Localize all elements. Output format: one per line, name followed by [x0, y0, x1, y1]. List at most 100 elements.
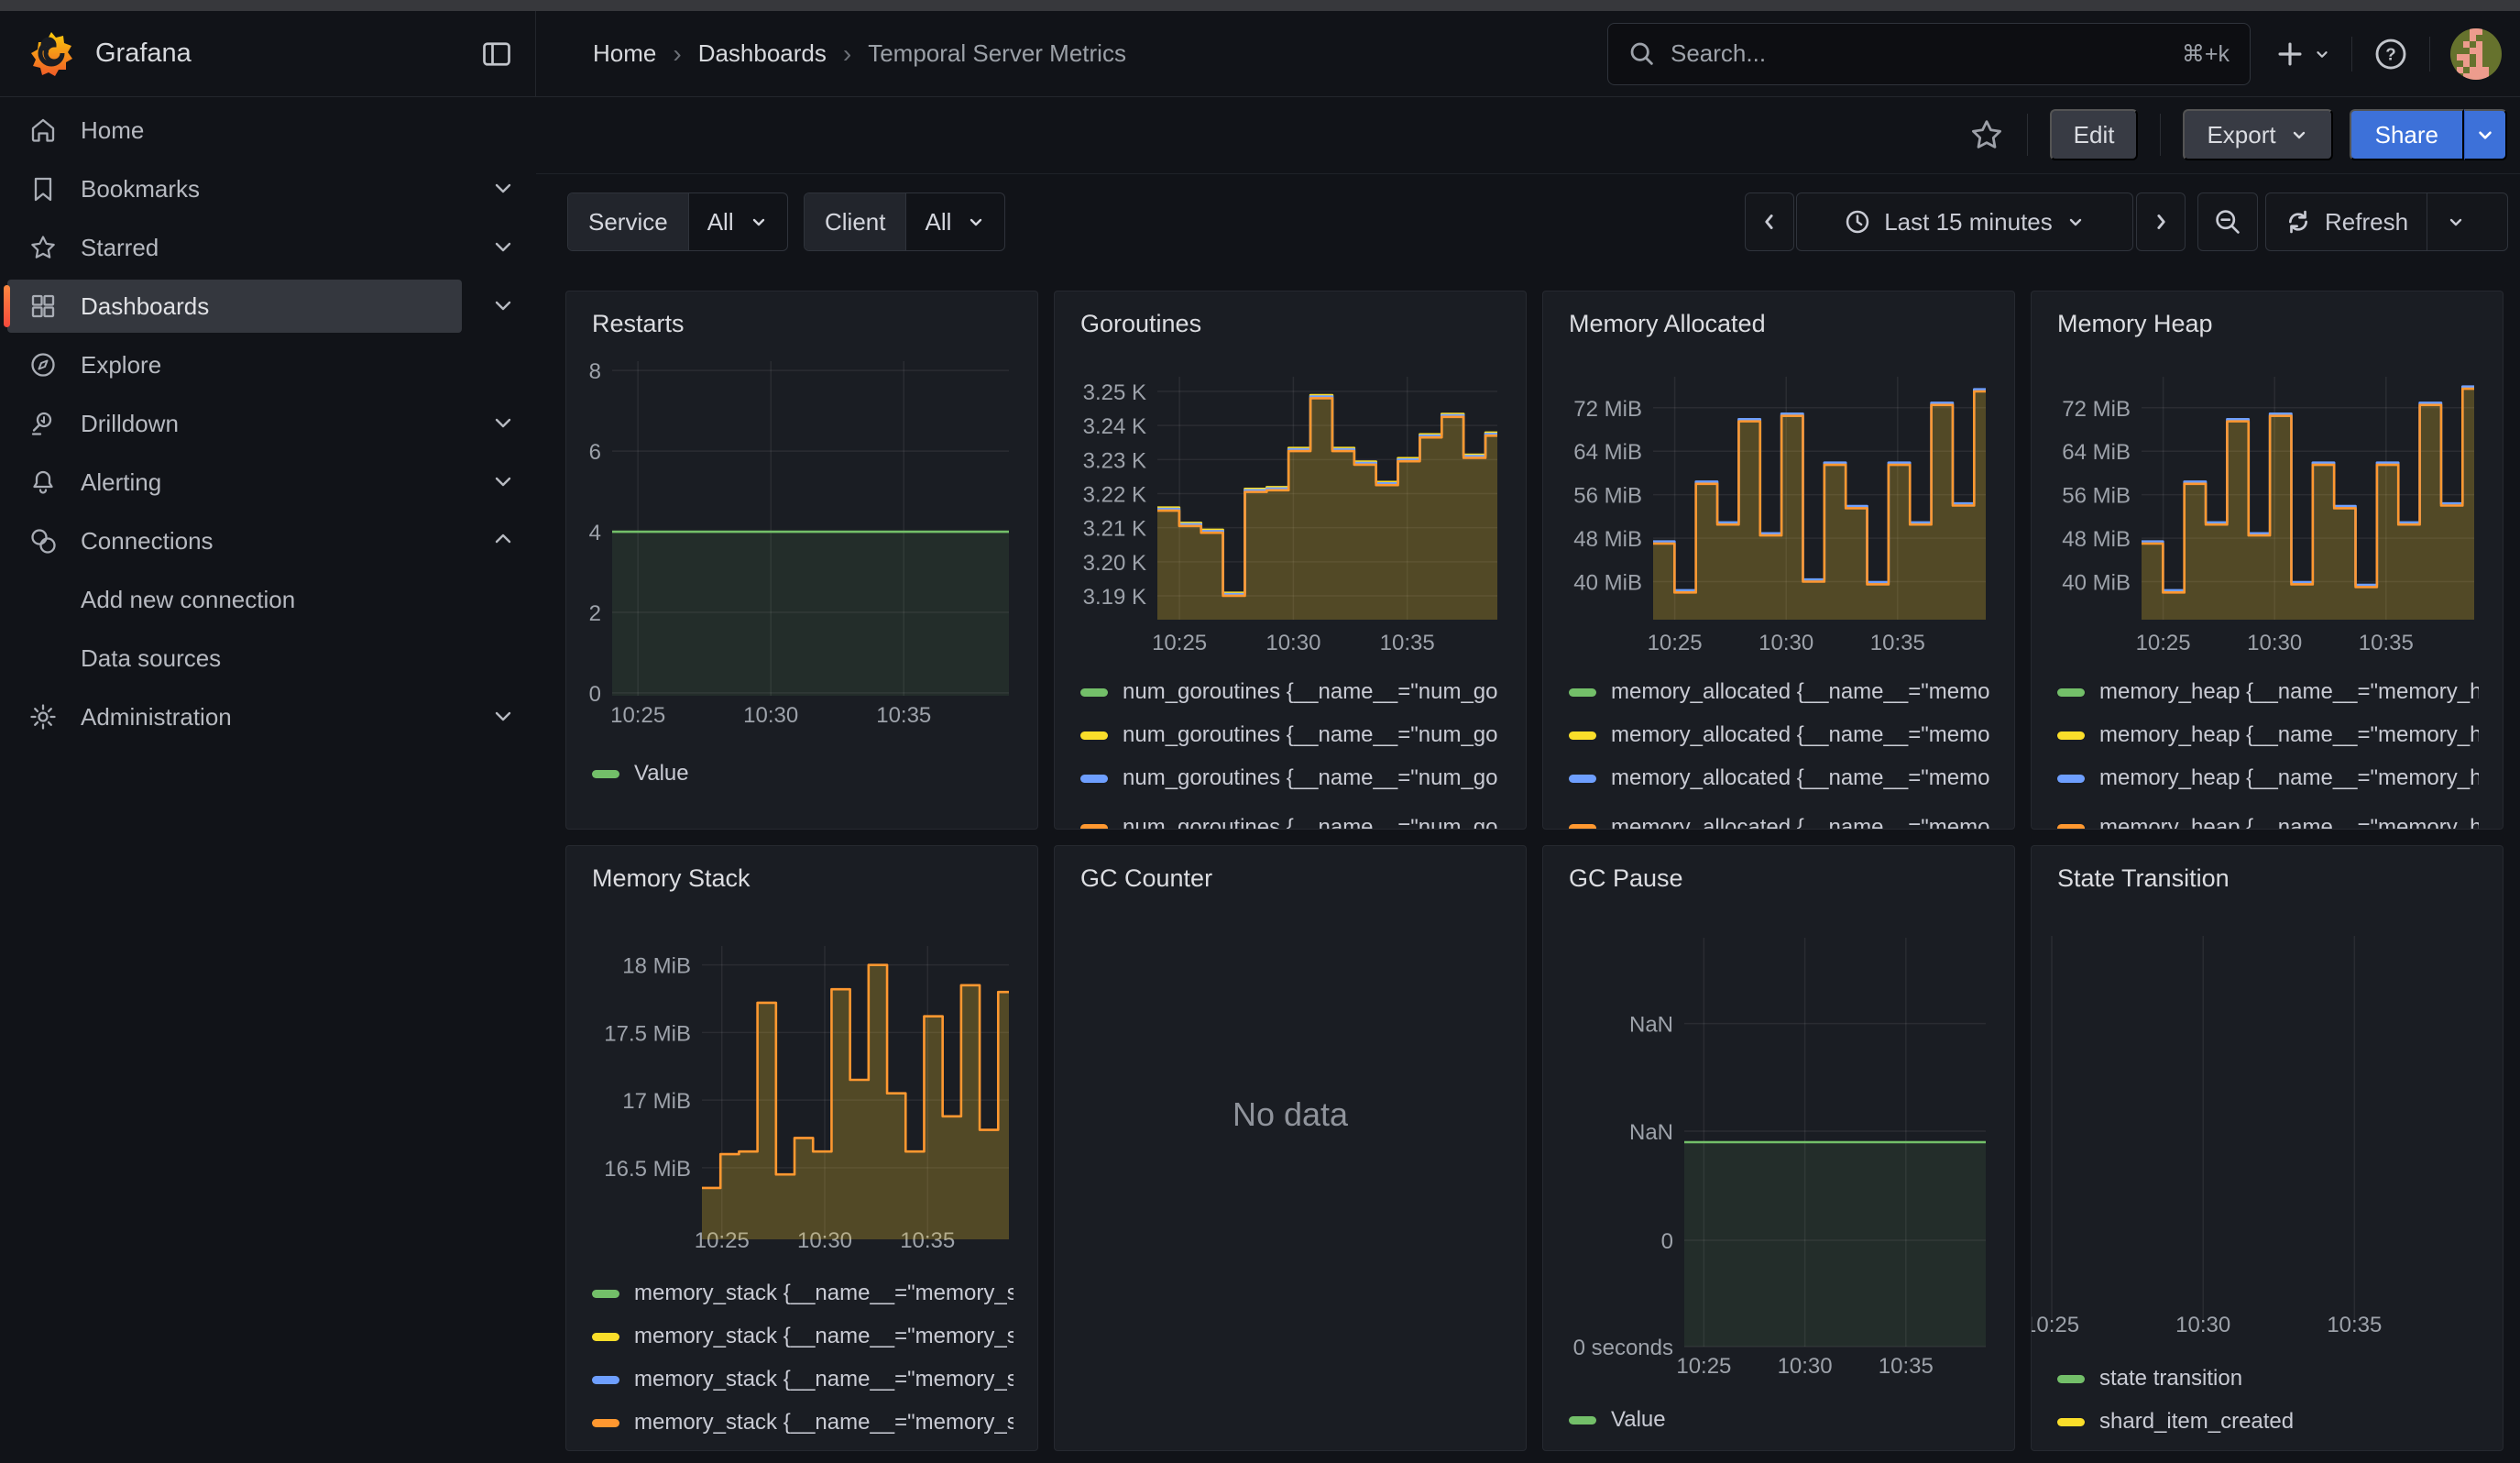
chart-memory-allocated: 40 MiB48 MiB56 MiB64 MiB72 MiB10:2510:30…: [1543, 292, 2015, 830]
legend-label[interactable]: memory_stack {__name__="memory_s: [634, 1410, 1013, 1436]
legend-swatch[interactable]: [1080, 775, 1108, 783]
legend-swatch[interactable]: [1569, 1416, 1596, 1424]
chevron-up-icon[interactable]: [491, 529, 515, 553]
sidebar-item-administration[interactable]: Administration: [7, 690, 462, 743]
legend-label[interactable]: num_goroutines {__name__="num_go: [1123, 722, 1498, 748]
legend-label[interactable]: memory_heap {__name__="memory_h: [2099, 679, 2479, 705]
help-icon[interactable]: ?: [2372, 36, 2409, 72]
legend-label[interactable]: memory_stack {__name__="memory_s: [634, 1367, 1013, 1392]
sidebar-toggle-icon[interactable]: [480, 38, 513, 71]
refresh-interval-dropdown[interactable]: [2427, 193, 2484, 250]
legend-swatch[interactable]: [2057, 732, 2085, 740]
sidebar-item-drilldown[interactable]: Drilldown: [7, 397, 462, 450]
chevron-down-icon[interactable]: [491, 412, 515, 435]
y-axis-tick: 40 MiB: [1573, 571, 1642, 596]
sidebar-item-alerting[interactable]: Alerting: [7, 456, 462, 509]
legend-label[interactable]: memory_allocated {__name__="memo: [1611, 722, 1989, 748]
sidebar-item-starred[interactable]: Starred: [7, 221, 462, 274]
user-avatar[interactable]: [2450, 28, 2502, 80]
chevron-down-icon[interactable]: [491, 705, 515, 729]
sidebar-item-add-new-connection[interactable]: Add new connection: [7, 573, 462, 626]
legend-label[interactable]: num_goroutines {__name__="num_go: [1123, 765, 1498, 791]
chart-memory-heap: 40 MiB48 MiB56 MiB64 MiB72 MiB10:2510:30…: [2032, 292, 2504, 830]
legend-swatch[interactable]: [1569, 688, 1596, 697]
x-axis-tick: 10:35: [1879, 1354, 1934, 1379]
chevron-down-icon[interactable]: [491, 177, 515, 201]
legend-label[interactable]: shard_item_created: [2099, 1409, 2294, 1435]
sidebar-item-data-sources[interactable]: Data sources: [7, 632, 462, 685]
time-shift-forward-button[interactable]: [2136, 192, 2186, 251]
sidebar-item-explore[interactable]: Explore: [7, 338, 462, 391]
export-button[interactable]: Export: [2183, 109, 2332, 160]
zoom-out-icon: [2213, 207, 2242, 236]
legend-label[interactable]: Value: [634, 761, 689, 786]
legend-label[interactable]: memory_heap {__name__="memory_h: [2099, 765, 2479, 791]
legend-swatch[interactable]: [592, 1376, 619, 1384]
x-axis-tick: 10:30: [1265, 631, 1320, 655]
y-axis-tick: 64 MiB: [2062, 440, 2131, 465]
search-input[interactable]: Search... ⌘+k: [1607, 23, 2251, 85]
breadcrumb-dashboards[interactable]: Dashboards: [698, 39, 827, 68]
legend-swatch[interactable]: [592, 1419, 619, 1427]
y-axis-tick: 40 MiB: [2062, 571, 2131, 596]
x-axis-tick: 10:30: [2247, 631, 2302, 655]
share-button[interactable]: Share: [2350, 109, 2464, 160]
legend-swatch[interactable]: [1569, 775, 1596, 783]
legend-label[interactable]: memory_heap {__name__="memory_h: [2099, 815, 2479, 830]
legend-swatch[interactable]: [2057, 1375, 2085, 1383]
legend-swatch[interactable]: [1569, 824, 1596, 830]
refresh-button[interactable]: Refresh: [2266, 193, 2427, 250]
sidebar-item-label: Dashboards: [81, 292, 209, 321]
legend-swatch[interactable]: [2057, 824, 2085, 830]
share-dropdown-button[interactable]: [2464, 109, 2507, 160]
y-axis-tick: 3.23 K: [1083, 448, 1146, 473]
chevron-down-icon[interactable]: [491, 236, 515, 259]
filter-time-row: Service All Client All Last 15 minutes: [536, 174, 2520, 275]
legend-label[interactable]: num_goroutines {__name__="num_go: [1123, 679, 1498, 705]
legend-label[interactable]: memory_allocated {__name__="memo: [1611, 815, 1989, 830]
sidebar-item-connections[interactable]: Connections: [7, 514, 462, 567]
zoom-out-button[interactable]: [2197, 192, 2258, 251]
legend-swatch[interactable]: [2057, 1418, 2085, 1426]
breadcrumb-separator: ›: [843, 39, 851, 69]
y-axis-tick: NaN: [1629, 1013, 1673, 1038]
legend-label[interactable]: num_goroutines {__name__="num_go: [1123, 815, 1498, 830]
legend-swatch[interactable]: [592, 770, 619, 778]
panel-title-gc-counter[interactable]: GC Counter: [1080, 864, 1212, 893]
legend-swatch[interactable]: [592, 1290, 619, 1298]
edit-button[interactable]: Edit: [2050, 109, 2139, 160]
chevron-down-icon[interactable]: [491, 470, 515, 494]
legend-label[interactable]: memory_stack {__name__="memory_s: [634, 1281, 1013, 1306]
grafana-logo-icon[interactable]: [27, 30, 75, 78]
sidebar-item-dashboards[interactable]: Dashboards: [7, 280, 462, 333]
legend-swatch[interactable]: [1080, 824, 1108, 830]
legend-label[interactable]: memory_allocated {__name__="memo: [1611, 679, 1989, 705]
add-new-button[interactable]: [2274, 38, 2331, 70]
client-filter: Client All: [804, 192, 1005, 251]
time-range-picker[interactable]: Last 15 minutes: [1796, 192, 2133, 251]
sidebar-item-bookmarks[interactable]: Bookmarks: [7, 162, 462, 215]
legend-label[interactable]: memory_stack {__name__="memory_s: [634, 1324, 1013, 1349]
legend-swatch[interactable]: [1569, 732, 1596, 740]
sidebar-item-label: Starred: [81, 234, 159, 262]
legend-swatch[interactable]: [1080, 688, 1108, 697]
top-nav-bar: Grafana Home › Dashboards › Temporal Ser…: [0, 11, 2520, 97]
chevron-down-icon[interactable]: [491, 294, 515, 318]
legend-swatch[interactable]: [2057, 775, 2085, 783]
legend-swatch[interactable]: [2057, 688, 2085, 697]
legend-swatch[interactable]: [1080, 732, 1108, 740]
service-filter-value[interactable]: All: [688, 193, 787, 250]
legend-label[interactable]: state transition: [2099, 1366, 2242, 1392]
legend-swatch[interactable]: [592, 1333, 619, 1341]
time-shift-back-button[interactable]: [1745, 192, 1794, 251]
x-axis-tick: 10:35: [1870, 631, 1925, 655]
sidebar-item-label: Home: [81, 116, 144, 145]
legend-label[interactable]: Value: [1611, 1407, 1666, 1433]
sidebar-item-home[interactable]: Home: [7, 104, 462, 157]
client-filter-value[interactable]: All: [905, 193, 1004, 250]
breadcrumb-home[interactable]: Home: [593, 39, 656, 68]
nav-divider: [2351, 37, 2352, 72]
legend-label[interactable]: memory_allocated {__name__="memo: [1611, 765, 1989, 791]
favorite-star-icon[interactable]: [1968, 116, 2005, 153]
legend-label[interactable]: memory_heap {__name__="memory_h: [2099, 722, 2479, 748]
